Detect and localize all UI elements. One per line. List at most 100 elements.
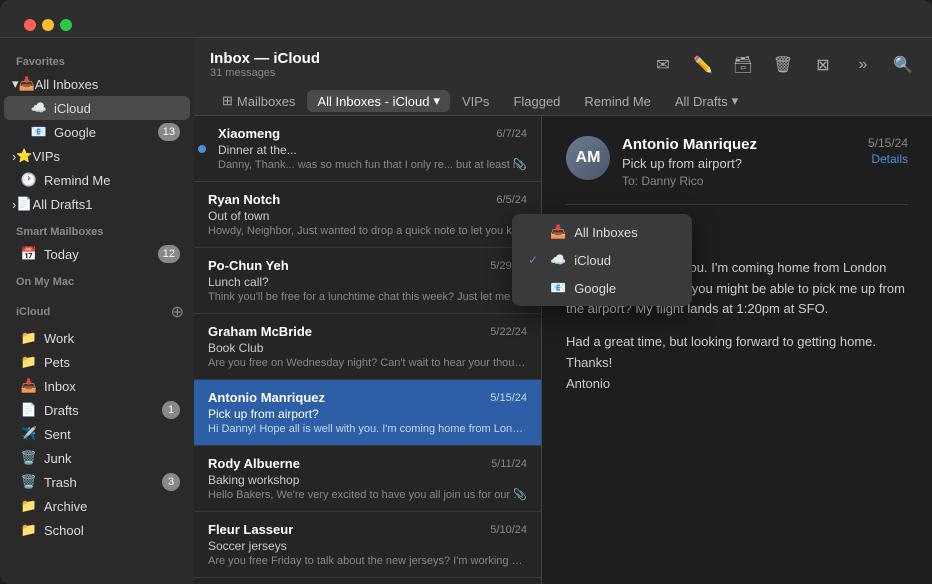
edit-button[interactable]: ✏️: [690, 52, 716, 78]
tab-mailboxes[interactable]: ⊞ Mailboxes: [210, 87, 307, 115]
sender-name: Po-Chun Yeh: [208, 258, 289, 273]
message-header: Fleur Lasseur 5/10/24: [208, 522, 527, 537]
window-controls: [12, 7, 84, 31]
drafts-folder-icon: 📄: [20, 401, 38, 419]
drafts-icon: 📄: [16, 196, 32, 212]
close-button[interactable]: [24, 19, 36, 31]
message-subject: Book Club: [208, 341, 527, 355]
message-subject: Soccer jerseys: [208, 539, 527, 553]
sidebar-item-google[interactable]: 📧 Google 13: [4, 120, 190, 144]
sidebar-item-label: Google: [54, 125, 158, 140]
message-count: 31 messages: [210, 67, 320, 79]
dropdown-label: All Inboxes - iCloud: [317, 94, 429, 109]
email-date: 5/15/24: [868, 136, 908, 150]
body-area: Favorites ▾ 📥 All Inboxes ☁️ iCloud 📧 Go…: [0, 38, 932, 584]
title-bar: [0, 0, 932, 38]
message-item[interactable]: Xiaomeng 6/7/24 Dinner at the... Danny, …: [194, 116, 541, 182]
trash-toolbar-button[interactable]: 🗑: [770, 52, 796, 78]
sender-name: Fleur Lasseur: [208, 522, 293, 537]
tab-remind-me[interactable]: Remind Me: [572, 88, 662, 115]
sidebar-item-remind-me[interactable]: 🕐 Remind Me: [4, 168, 190, 192]
sidebar-item-school[interactable]: 📁 School: [4, 518, 190, 542]
icloud-section-label: iCloud: [16, 306, 171, 318]
message-subject: Pick up from airport?: [208, 407, 527, 421]
sidebar-item-vips[interactable]: › ⭐ VIPs: [4, 144, 190, 168]
sender-name: Graham McBride: [208, 324, 312, 339]
sidebar-item-drafts[interactable]: 📄 Drafts 1: [4, 398, 190, 422]
message-item[interactable]: Ryan Notch 6/5/24 Out of town Howdy, Nei…: [194, 182, 541, 248]
message-preview: Hi Danny! Hope all is well with you. I'm…: [208, 423, 527, 435]
header-top: Inbox — iCloud 31 messages ✉ ✏️ 🗃 🗑 ⊠ » …: [210, 50, 916, 79]
sidebar-item-label: School: [44, 523, 180, 538]
tab-vips[interactable]: VIPs: [450, 88, 501, 115]
unread-indicator: [198, 145, 206, 153]
tab-all-drafts[interactable]: All Drafts ▾: [663, 87, 750, 115]
cloud-dropdown-icon: ☁️: [550, 252, 566, 268]
sidebar-item-sent[interactable]: ✈️ Sent: [4, 422, 190, 446]
junk-toolbar-button[interactable]: ⊠: [810, 52, 836, 78]
message-item-selected[interactable]: Antonio Manriquez 5/15/24 Pick up from a…: [194, 380, 541, 446]
sidebar-item-label: Archive: [44, 499, 180, 514]
message-item[interactable]: Po-Chun Yeh 5/29/24 Lunch call? Think yo…: [194, 248, 541, 314]
favorites-label: Favorites: [0, 46, 194, 72]
message-item[interactable]: Fleur Lasseur 5/10/24 Soccer jerseys Are…: [194, 512, 541, 578]
sidebar-item-label: Sent: [44, 427, 180, 442]
fullscreen-button[interactable]: [60, 19, 72, 31]
inbox-dropdown: 📥 All Inboxes ✓ ☁️ iCloud 📧 Google: [512, 214, 692, 306]
inbox-dropdown-icon: 📥: [550, 224, 566, 240]
sidebar-item-today[interactable]: 📅 Today 12: [4, 242, 190, 266]
message-list: Xiaomeng 6/7/24 Dinner at the... Danny, …: [194, 116, 542, 584]
star-icon: ⭐: [16, 148, 32, 164]
google-dropdown-icon: 📧: [550, 280, 566, 296]
email-header: AM Antonio Manriquez Pick up from airpor…: [566, 136, 908, 205]
compose-button[interactable]: ✉: [650, 52, 676, 78]
message-item[interactable]: Rody Albuerne 5/11/24 Baking workshop He…: [194, 446, 541, 512]
sidebar-item-inbox[interactable]: 📥 Inbox: [4, 374, 190, 398]
sidebar-item-icloud[interactable]: ☁️ iCloud: [4, 96, 190, 120]
chevron-down-icon: ▾: [433, 93, 440, 109]
message-header: Xiaomeng 6/7/24: [218, 126, 527, 141]
sidebar-item-pets[interactable]: 📁 Pets: [4, 350, 190, 374]
chevron-down-icon: ▾: [732, 93, 739, 109]
sidebar-item-archive[interactable]: 📁 Archive: [4, 494, 190, 518]
archive-toolbar-button[interactable]: 🗃: [730, 52, 756, 78]
reading-pane: AM Antonio Manriquez Pick up from airpor…: [542, 116, 932, 584]
message-date: 6/5/24: [496, 194, 527, 206]
add-mailbox-button[interactable]: ⊕: [171, 302, 184, 322]
dropdown-item-google[interactable]: 📧 Google: [516, 274, 688, 302]
attachment-icon: 📎: [513, 158, 527, 171]
sidebar-item-all-inboxes[interactable]: ▾ 📥 All Inboxes: [4, 72, 190, 96]
sidebar-item-label: Drafts: [44, 403, 162, 418]
message-date: 5/15/24: [490, 392, 527, 404]
message-item[interactable]: Graham McBride 5/22/24 Book Club Are you…: [194, 314, 541, 380]
google-badge: 13: [158, 123, 180, 141]
trash-icon: 🗑️: [20, 473, 38, 491]
sidebar-item-work[interactable]: 📁 Work: [4, 326, 190, 350]
sidebar-item-label: Today: [44, 247, 158, 262]
today-icon: 📅: [20, 245, 38, 263]
message-date: 5/10/24: [490, 524, 527, 536]
tab-flagged[interactable]: Flagged: [501, 88, 572, 115]
sidebar-item-trash[interactable]: 🗑️ Trash 3: [4, 470, 190, 494]
sidebar-item-label: Trash: [44, 475, 162, 490]
header: Inbox — iCloud 31 messages ✉ ✏️ 🗃 🗑 ⊠ » …: [194, 38, 932, 116]
more-button[interactable]: »: [850, 52, 876, 78]
email-date-area: 5/15/24 Details: [868, 136, 908, 166]
search-button[interactable]: 🔍: [890, 52, 916, 78]
email-to: To: Danny Rico: [622, 174, 856, 188]
sidebar-item-all-drafts[interactable]: › 📄 All Drafts 1: [4, 192, 190, 216]
dropdown-item-label: iCloud: [574, 253, 611, 268]
details-link[interactable]: Details: [868, 152, 908, 166]
dropdown-item-icloud[interactable]: ✓ ☁️ iCloud: [516, 246, 688, 274]
on-my-mac-label: On My Mac: [0, 266, 194, 292]
toolbar: ✉ ✏️ 🗃 🗑 ⊠ » 🔍: [650, 52, 916, 78]
message-header: Ryan Notch 6/5/24: [208, 192, 527, 207]
message-subject: Lunch call?: [208, 275, 527, 289]
tab-all-inboxes-icloud[interactable]: All Inboxes - iCloud ▾: [307, 90, 450, 112]
inbox-folder-icon: 📥: [20, 377, 38, 395]
dropdown-item-all-inboxes[interactable]: 📥 All Inboxes: [516, 218, 688, 246]
inbox-title: Inbox — iCloud: [210, 50, 320, 67]
sidebar-item-junk[interactable]: 🗑️ Junk: [4, 446, 190, 470]
google-icon: 📧: [30, 123, 48, 141]
minimize-button[interactable]: [42, 19, 54, 31]
